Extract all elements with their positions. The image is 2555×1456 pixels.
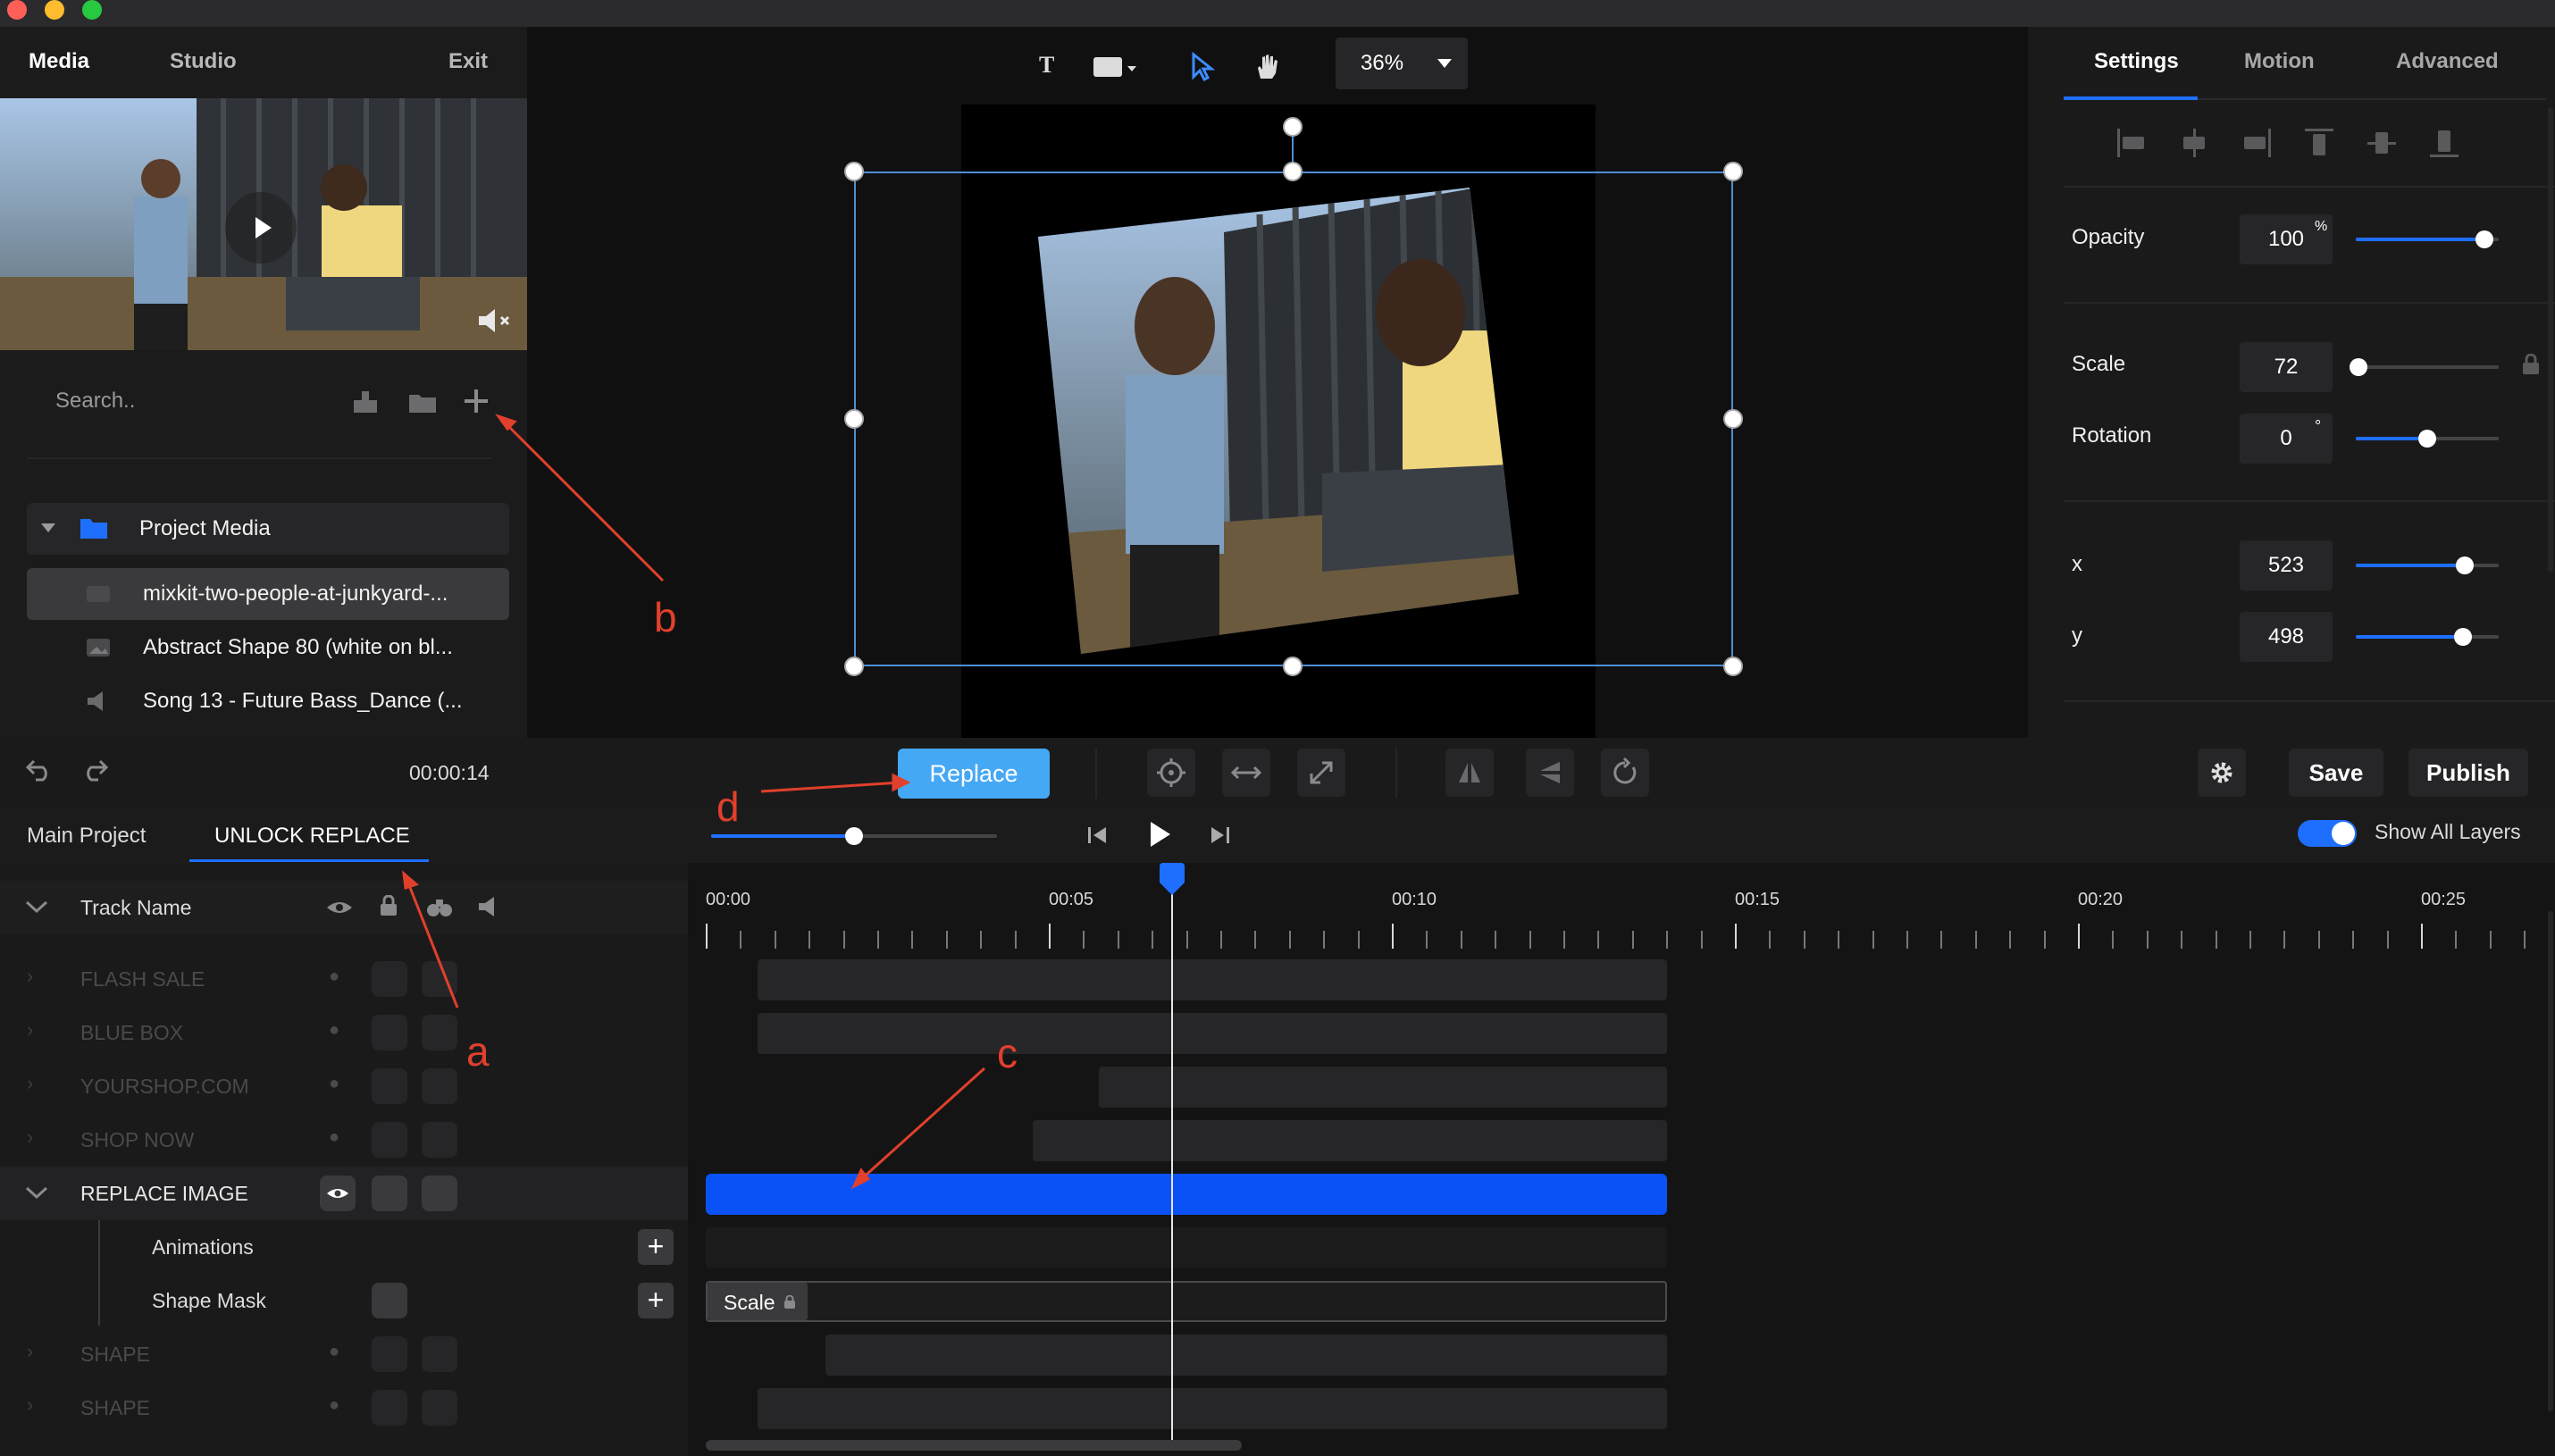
annotation-label-a: a: [466, 1028, 490, 1075]
annotation-label-c: c: [997, 1030, 1018, 1076]
annotation-arrows: [402, 414, 986, 1190]
annotation-label-b: b: [654, 594, 677, 640]
annotation-label-d: d: [716, 783, 740, 830]
